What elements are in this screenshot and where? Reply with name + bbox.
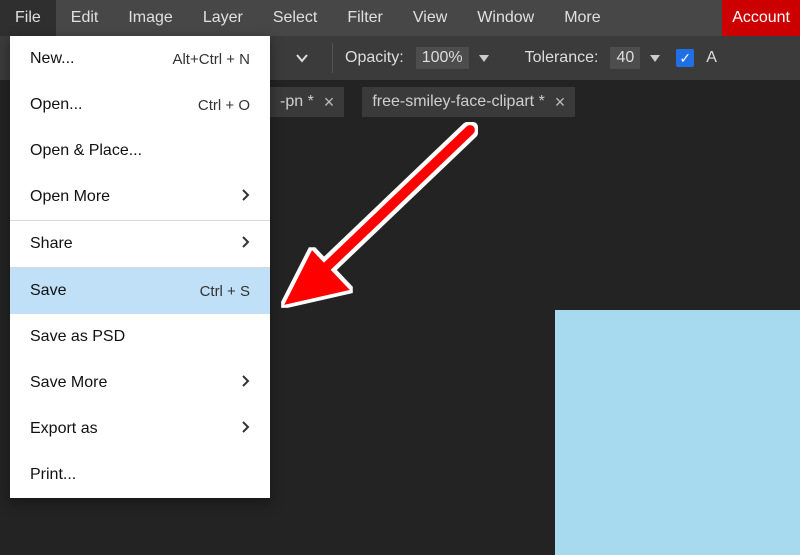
document-tab-label: free-smiley-face-clipart *: [372, 93, 544, 111]
menu-item-label: Open More: [30, 188, 110, 206]
separator: [332, 43, 333, 73]
menu-item-label: Open...: [30, 96, 82, 114]
menu-account[interactable]: Account: [722, 0, 800, 36]
menu-more[interactable]: More: [549, 0, 615, 36]
menubar: File Edit Image Layer Select Filter View…: [0, 0, 800, 36]
chevron-right-icon: [241, 374, 250, 393]
file-menu-save[interactable]: Save Ctrl + S: [10, 268, 270, 314]
file-menu-open[interactable]: Open... Ctrl + O: [10, 82, 270, 128]
option-checkbox[interactable]: ✓: [676, 49, 694, 67]
menu-item-shortcut: Alt+Ctrl + N: [172, 51, 250, 68]
chevron-right-icon: [241, 235, 250, 254]
menu-item-label: Export as: [30, 420, 98, 438]
close-icon[interactable]: ×: [324, 93, 335, 111]
canvas[interactable]: [555, 310, 800, 555]
menu-item-label: New...: [30, 50, 74, 68]
file-menu-share[interactable]: Share: [10, 221, 270, 267]
menu-item-label: Print...: [30, 466, 76, 484]
annotation-arrow: [260, 110, 510, 330]
menu-layer[interactable]: Layer: [188, 0, 258, 36]
file-menu-new[interactable]: New... Alt+Ctrl + N: [10, 36, 270, 82]
menu-edit[interactable]: Edit: [56, 0, 114, 36]
file-menu-export-as[interactable]: Export as: [10, 406, 270, 452]
file-menu-print[interactable]: Print...: [10, 452, 270, 498]
tolerance-value[interactable]: 40: [610, 47, 640, 69]
opacity-label: Opacity:: [345, 49, 404, 67]
file-menu-save-more[interactable]: Save More: [10, 360, 270, 406]
menu-file[interactable]: File: [0, 0, 56, 36]
chevron-right-icon: [241, 188, 250, 207]
document-tab[interactable]: -pn * ×: [270, 87, 344, 117]
file-menu-dropdown: New... Alt+Ctrl + N Open... Ctrl + O Ope…: [10, 36, 270, 498]
document-tab-label: -pn *: [280, 93, 314, 111]
menu-filter[interactable]: Filter: [332, 0, 398, 36]
file-menu-save-psd[interactable]: Save as PSD: [10, 314, 270, 360]
tolerance-dropdown-icon[interactable]: [648, 52, 662, 64]
menu-item-label: Save as PSD: [30, 328, 125, 346]
menu-item-shortcut: Ctrl + S: [200, 283, 250, 300]
menu-item-label: Save: [30, 282, 66, 300]
menu-item-label: Save More: [30, 374, 107, 392]
file-menu-open-place[interactable]: Open & Place...: [10, 128, 270, 174]
document-tab[interactable]: free-smiley-face-clipart * ×: [362, 87, 575, 117]
opacity-value[interactable]: 100%: [416, 47, 469, 69]
menu-item-shortcut: Ctrl + O: [198, 97, 250, 114]
menu-image[interactable]: Image: [113, 0, 187, 36]
menu-window[interactable]: Window: [462, 0, 549, 36]
chevron-right-icon: [241, 420, 250, 439]
file-menu-open-more[interactable]: Open More: [10, 174, 270, 220]
menu-item-label: Share: [30, 235, 73, 253]
menu-view[interactable]: View: [398, 0, 462, 36]
tolerance-label: Tolerance:: [525, 49, 599, 67]
menu-select[interactable]: Select: [258, 0, 332, 36]
close-icon[interactable]: ×: [555, 93, 566, 111]
menu-item-label: Open & Place...: [30, 142, 142, 160]
option-trailing-text: A: [706, 49, 717, 67]
tool-preset-dropdown[interactable]: [280, 43, 324, 73]
opacity-dropdown-icon[interactable]: [477, 52, 491, 64]
